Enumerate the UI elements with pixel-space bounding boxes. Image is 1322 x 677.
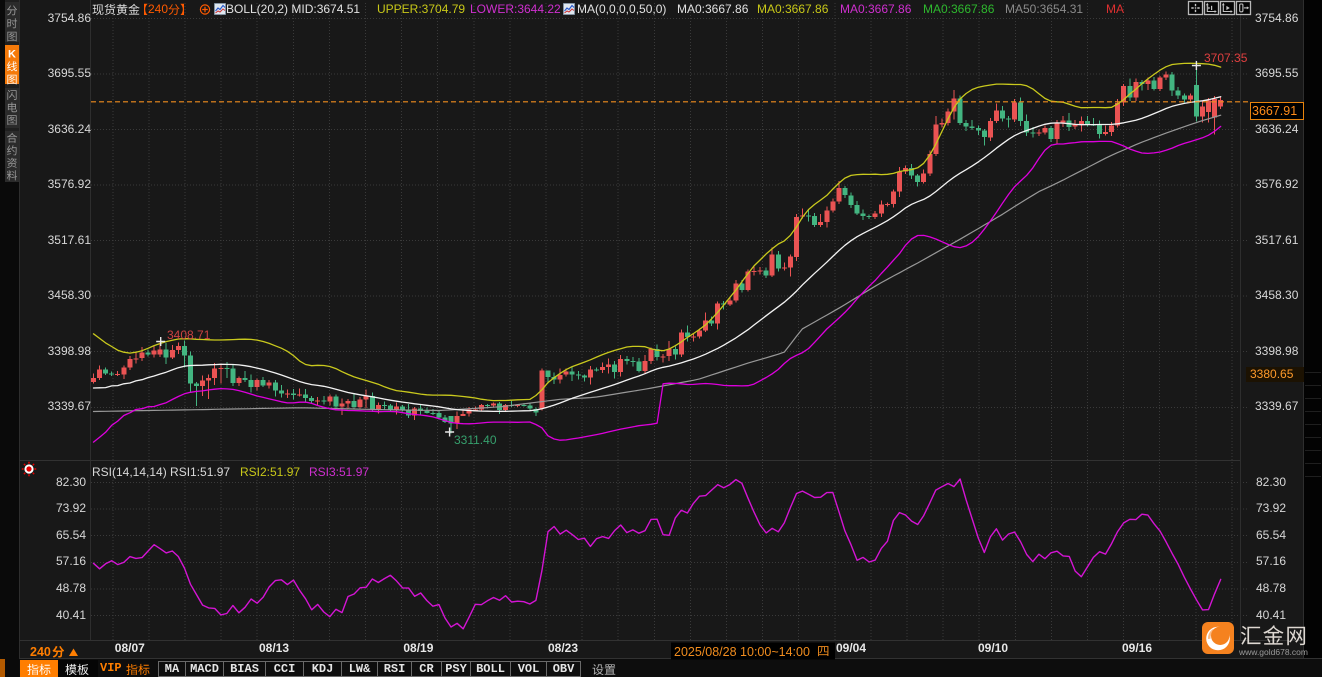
- svg-text:K: K: [8, 49, 16, 61]
